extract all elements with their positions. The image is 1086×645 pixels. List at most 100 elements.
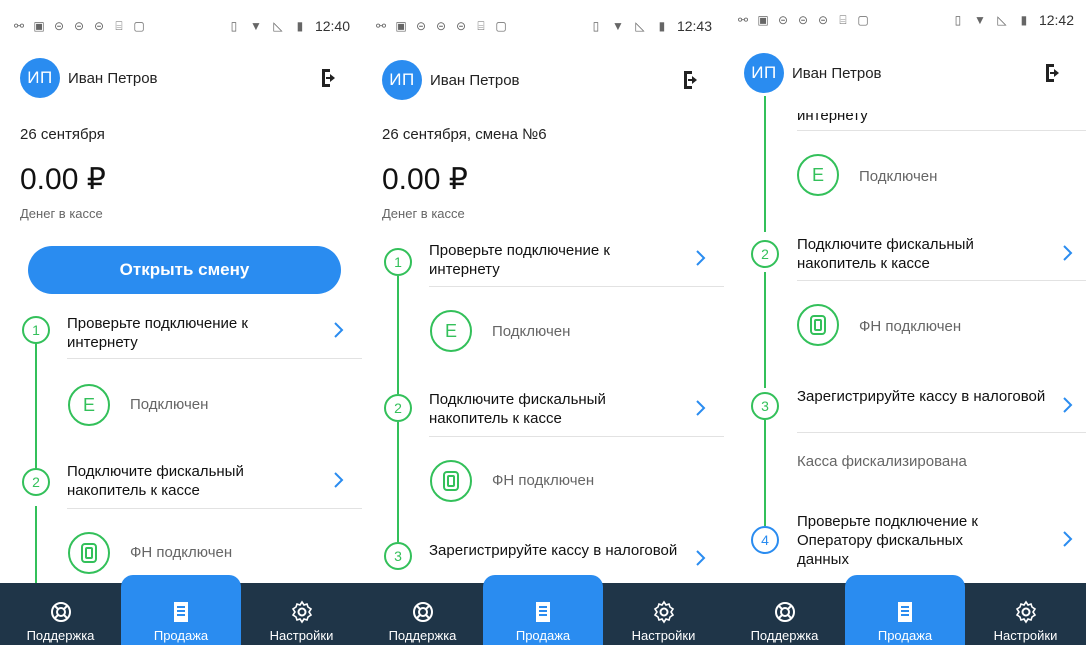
chevron-right-icon[interactable]	[1061, 244, 1073, 262]
logout-icon[interactable]	[680, 68, 704, 92]
divider	[67, 508, 362, 509]
link-off-icon: ⚯	[13, 19, 25, 33]
step-title[interactable]: Зарегистрируйте кассу в налоговой	[797, 387, 1047, 406]
receipt-icon	[536, 602, 550, 622]
step-title[interactable]: Проверьте подключение к интернету	[67, 314, 317, 352]
user-name: Иван Петров	[68, 69, 158, 87]
step-title[interactable]: Проверьте подключение к Оператору фискал…	[797, 512, 1007, 569]
battery-icon: ▮	[1020, 13, 1028, 27]
bottom-nav: Поддержка Продажа Настройки	[0, 575, 362, 645]
logout-icon[interactable]	[318, 66, 342, 90]
screen-open-shift: ⚯ ▣ ⊝ ⊝ ⊝ ⌸ ▢ ▯ ▼ ◺ ▮ 12:40 ИП Иван Петр…	[0, 0, 362, 645]
open-shift-button[interactable]: Открыть смену	[28, 246, 341, 294]
image-icon: ▣	[757, 13, 769, 27]
status-time: 12:40	[314, 18, 350, 34]
vibrate-icon: ▯	[954, 13, 962, 27]
status-text: ФН подключен	[130, 544, 233, 561]
nav-sale[interactable]: Продажа	[845, 575, 965, 645]
nav-support[interactable]: Поддержка	[362, 583, 483, 645]
nav-sale-label: Продажа	[515, 628, 571, 643]
nav-support-label: Поддержка	[750, 628, 819, 643]
avatar[interactable]: ИП	[20, 58, 60, 98]
status-bar: ⚯ ▣ ⊝ ⊝ ⊝ ⌸ ▢ ▯ ▼ ◺ ▮ 12:40	[0, 0, 362, 52]
status-bar: ⚯ ▣ ⊝ ⊝ ⊝ ⌸ ▢ ▯ ▼ ◺ ▮ 12:42	[724, 0, 1086, 40]
divider	[429, 286, 724, 287]
receipt-icon	[174, 602, 188, 622]
image-icon: ▣	[33, 19, 45, 33]
nav-sale-label: Продажа	[877, 628, 933, 643]
status-text: ФН подключен	[492, 472, 595, 489]
download-icon: ⊝	[455, 19, 467, 33]
status-time: 12:43	[676, 18, 712, 34]
step-title[interactable]: Зарегистрируйте кассу в налоговой	[429, 541, 679, 560]
vibrate-icon: ▯	[592, 19, 600, 33]
logout-icon[interactable]	[1042, 61, 1066, 85]
nav-support[interactable]: Поддержка	[0, 583, 121, 645]
step-number: 2	[751, 240, 779, 268]
screenshot-icon: ▢	[495, 19, 507, 33]
step-number: 3	[751, 392, 779, 420]
step-number: 2	[384, 394, 412, 422]
screenshot-icon: ▢	[133, 19, 145, 33]
signal-icon: ◺	[635, 19, 645, 33]
link-off-icon: ⚯	[737, 13, 749, 27]
date-text: 26 сентября, смена №6	[382, 126, 547, 143]
internet-status-icon: E	[68, 384, 110, 426]
gear-icon	[1015, 600, 1036, 624]
nav-settings[interactable]: Настройки	[241, 583, 362, 645]
avatar[interactable]: ИП	[744, 53, 784, 93]
download-icon: ⊝	[415, 19, 427, 33]
nav-sale[interactable]: Продажа	[121, 575, 241, 645]
chevron-right-icon[interactable]	[694, 549, 706, 567]
divider	[797, 432, 1086, 433]
nav-support[interactable]: Поддержка	[724, 583, 845, 645]
download-icon: ⊝	[93, 19, 105, 33]
lifebuoy-icon	[412, 602, 433, 622]
nav-sale[interactable]: Продажа	[483, 575, 603, 645]
nav-settings[interactable]: Настройки	[603, 583, 724, 645]
chevron-right-icon[interactable]	[332, 321, 344, 339]
chevron-right-icon[interactable]	[694, 399, 706, 417]
header: ИП Иван Петров	[724, 50, 1086, 96]
step-number: 4	[751, 526, 779, 554]
download-icon: ⊝	[777, 13, 789, 27]
step-title[interactable]: Подключите фискальный накопитель к кассе	[429, 390, 679, 428]
nav-sale-label: Продажа	[153, 628, 209, 643]
internet-status-icon: E	[797, 154, 839, 196]
user-name: Иван Петров	[430, 71, 520, 89]
download-icon: ⊝	[797, 13, 809, 27]
fiscal-drive-icon	[797, 304, 839, 346]
bottom-nav: Поддержка Продажа Настройки	[724, 575, 1086, 645]
date-text: 26 сентября	[20, 126, 105, 143]
gear-icon	[653, 600, 674, 624]
step-number: 1	[22, 316, 50, 344]
nav-support-label: Поддержка	[388, 628, 457, 643]
wifi-icon: ▼	[250, 19, 262, 33]
chevron-right-icon[interactable]	[1061, 396, 1073, 414]
nav-settings-label: Настройки	[269, 628, 334, 643]
step-number: 2	[22, 468, 50, 496]
divider	[797, 280, 1086, 281]
chevron-right-icon[interactable]	[694, 249, 706, 267]
nav-settings[interactable]: Настройки	[965, 583, 1086, 645]
code-icon: ⌸	[477, 19, 485, 33]
step-title[interactable]: Подключите фискальный накопитель к кассе	[797, 235, 1047, 273]
nav-support-label: Поддержка	[26, 628, 95, 643]
download-icon: ⊝	[435, 19, 447, 33]
step-title[interactable]: Проверьте подключение к интернету	[429, 241, 679, 279]
fiscal-drive-icon	[68, 532, 110, 574]
screenshot-icon: ▢	[857, 13, 869, 27]
steps-connector	[764, 96, 766, 232]
user-name: Иван Петров	[792, 64, 882, 82]
screen-steps-scrolled: ⚯ ▣ ⊝ ⊝ ⊝ ⌸ ▢ ▯ ▼ ◺ ▮ 12:42 ИП Иван Петр…	[724, 0, 1086, 645]
divider	[67, 358, 362, 359]
chevron-right-icon[interactable]	[332, 471, 344, 489]
step-title[interactable]: Подключите фискальный накопитель к кассе	[67, 462, 317, 500]
divider	[429, 436, 724, 437]
lifebuoy-icon	[50, 602, 71, 622]
gear-icon	[291, 600, 312, 624]
chevron-right-icon[interactable]	[1061, 530, 1073, 548]
cut-off-step-text: интернету	[797, 107, 868, 124]
avatar[interactable]: ИП	[382, 60, 422, 100]
cash-amount: 0.00 ₽	[382, 163, 468, 196]
